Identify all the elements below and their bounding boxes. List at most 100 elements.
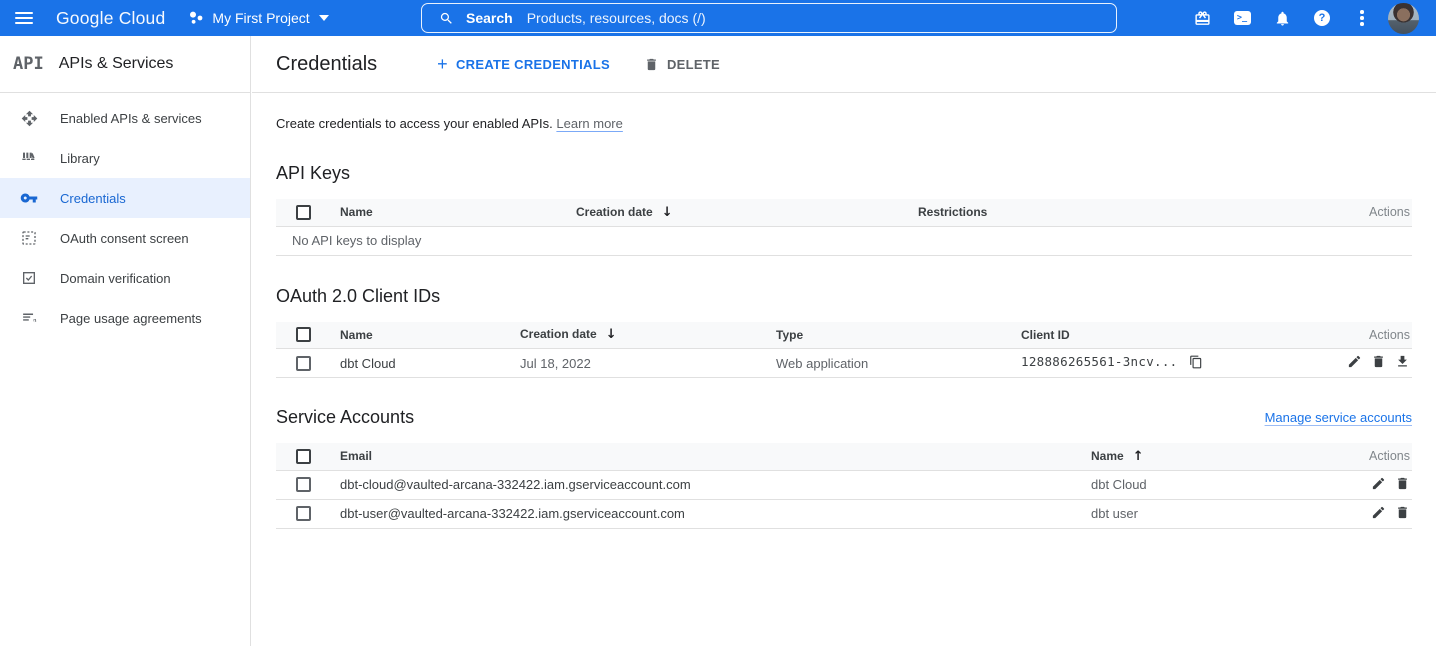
oauth-client-id-cell: 128886265561-3ncv... [1021,349,1322,378]
service-account-email: dbt-cloud@vaulted-arcana-332422.iam.gser… [340,470,1091,499]
sidebar-item-oauth-consent[interactable]: OAuth consent screen [0,218,250,258]
sidebar-item-label: Enabled APIs & services [60,111,202,126]
bell-icon [1274,10,1291,27]
sort-desc-icon: ↓ [606,327,617,342]
column-header-restrictions[interactable]: Restrictions [918,199,1322,226]
oauth-client-actions [1322,349,1412,378]
sidebar-item-credentials[interactable]: Credentials [0,178,250,218]
sidebar-item-domain-verification[interactable]: Domain verification [0,258,250,298]
trash-icon [644,57,659,72]
row-checkbox[interactable] [296,356,311,371]
project-selector[interactable]: My First Project [189,10,328,26]
page-header: Credentials + CREATE CREDENTIALS DELETE [252,36,1436,93]
service-account-row: dbt-cloud@vaulted-arcana-332422.iam.gser… [276,470,1412,499]
help-button[interactable]: ? [1302,0,1342,36]
notifications-button[interactable] [1262,0,1302,36]
sidebar-item-enabled-apis[interactable]: Enabled APIs & services [0,98,250,138]
api-keys-header-row: Name Creation date↓ Restrictions Actions [276,199,1412,226]
copy-icon [1189,355,1203,369]
hamburger-icon [15,12,33,24]
copy-client-id-button[interactable] [1189,355,1203,372]
search-input[interactable]: Search Products, resources, docs (/) [421,3,1117,33]
edit-service-account-button[interactable] [1371,505,1386,520]
service-account-row: dbt-user@vaulted-arcana-332422.iam.gserv… [276,499,1412,528]
service-accounts-header-row: Email Name↑ Actions [276,443,1412,470]
sidebar-item-label: Credentials [60,191,126,206]
column-header-creation-date[interactable]: Creation date↓ [576,199,918,226]
pencil-icon [1371,505,1386,520]
manage-service-accounts-link[interactable]: Manage service accounts [1265,410,1412,425]
oauth-client-name: dbt Cloud [340,349,520,378]
sidebar-item-page-usage-agreements[interactable]: Page usage agreements [0,298,250,338]
sidebar-nav: Enabled APIs & services Library Credenti… [0,93,250,338]
oauth-client-creation-date: Jul 18, 2022 [520,349,776,378]
download-oauth-client-button[interactable] [1395,354,1410,369]
row-checkbox[interactable] [296,477,311,492]
trash-icon [1395,476,1410,491]
delete-service-account-button[interactable] [1395,505,1410,520]
create-credentials-label: CREATE CREDENTIALS [456,57,610,72]
column-header-type[interactable]: Type [776,322,1021,349]
more-options-button[interactable] [1342,0,1382,36]
api-keys-table: Name Creation date↓ Restrictions Actions… [276,199,1412,256]
service-accounts-title: Service Accounts [276,407,414,428]
menu-button[interactable] [0,0,48,36]
open-with-icon [20,109,38,127]
cloud-shell-button[interactable]: >_ [1222,0,1262,36]
pencil-icon [1347,354,1362,369]
project-name: My First Project [212,10,309,26]
google-cloud-logo-text: Google Cloud [56,8,165,28]
service-account-email: dbt-user@vaulted-arcana-332422.iam.gserv… [340,499,1091,528]
column-header-client-id[interactable]: Client ID [1021,322,1322,349]
account-avatar[interactable] [1388,3,1419,34]
select-all-checkbox[interactable] [296,327,311,342]
sort-asc-icon: ↑ [1133,449,1144,464]
select-all-checkbox[interactable] [296,205,311,220]
sidebar-item-label: Domain verification [60,271,171,286]
service-account-name: dbt Cloud [1091,470,1322,499]
sidebar-item-label: OAuth consent screen [60,231,189,246]
topbar: Google Cloud My First Project Search Pro… [0,0,1436,36]
oauth-client-type: Web application [776,349,1021,378]
main-content: Credentials + CREATE CREDENTIALS DELETE … [252,36,1436,646]
column-header-creation-date[interactable]: Creation date↓ [520,322,776,349]
service-accounts-table: Email Name↑ Actions dbt-cloud@vaulted-ar… [276,443,1412,529]
column-header-name[interactable]: Name [340,199,576,226]
delete-label: DELETE [667,57,720,72]
plus-icon: + [437,55,448,73]
service-account-actions [1322,499,1412,528]
search-label: Search [466,10,513,26]
google-cloud-logo[interactable]: Google Cloud [56,8,165,29]
delete-oauth-client-button[interactable] [1371,354,1386,369]
column-header-actions: Actions [1322,199,1412,226]
column-header-name[interactable]: Name↑ [1091,443,1322,470]
sidebar: API APIs & Services Enabled APIs & servi… [0,36,251,646]
learn-more-link[interactable]: Learn more [556,116,622,131]
row-checkbox[interactable] [296,506,311,521]
sidebar-item-library[interactable]: Library [0,138,250,178]
column-header-email[interactable]: Email [340,443,1091,470]
create-credentials-button[interactable]: + CREATE CREDENTIALS [437,55,610,73]
trash-icon [1395,505,1410,520]
content-area: Create credentials to access your enable… [252,116,1436,529]
edit-service-account-button[interactable] [1371,476,1386,491]
library-icon [20,149,38,167]
api-keys-title: API Keys [276,163,1412,184]
sidebar-title: APIs & Services [59,55,174,73]
search-placeholder: Products, resources, docs (/) [527,10,706,26]
sidebar-header: API APIs & Services [0,36,250,93]
promotions-button[interactable] [1182,0,1222,36]
oauth-header-row: Name Creation date↓ Type Client ID Actio… [276,322,1412,349]
column-header-actions: Actions [1322,443,1412,470]
edit-oauth-client-button[interactable] [1347,354,1362,369]
select-all-checkbox[interactable] [296,449,311,464]
delete-service-account-button[interactable] [1395,476,1410,491]
oauth-client-row: dbt Cloud Jul 18, 2022 Web application 1… [276,349,1412,378]
column-header-name[interactable]: Name [340,322,520,349]
domain-verification-icon [20,269,38,287]
gift-icon [1194,10,1211,27]
gcp-console-window: Google Cloud My First Project Search Pro… [0,0,1436,646]
delete-button[interactable]: DELETE [644,57,720,72]
service-account-name: dbt user [1091,499,1322,528]
column-header-actions: Actions [1322,322,1412,349]
